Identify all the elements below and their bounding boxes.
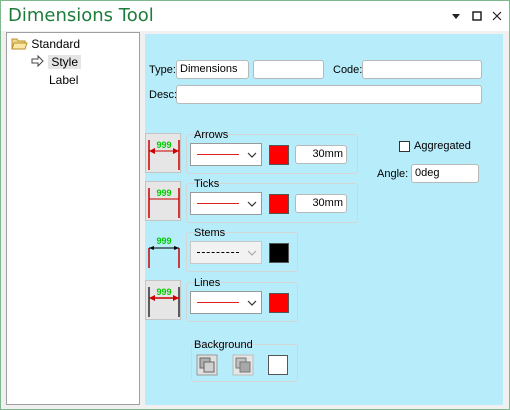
arrow-right-icon — [31, 54, 44, 68]
ticks-group: Ticks 30mm — [186, 178, 358, 223]
lines-color-swatch[interactable] — [269, 293, 289, 313]
type-field[interactable]: Dimensions — [176, 60, 249, 79]
arrows-group-label: Arrows — [194, 129, 229, 141]
ticks-group-label: Ticks — [194, 178, 220, 190]
tree-item-label-node[interactable]: Label — [49, 72, 78, 88]
stems-group-label: Stems — [194, 227, 226, 239]
lines-group: Lines — [186, 277, 298, 322]
window-title: Dimensions Tool — [8, 5, 154, 26]
tree-item-style[interactable]: Style — [31, 54, 82, 70]
type-label: Type: — [149, 64, 176, 76]
code-field[interactable] — [362, 60, 482, 79]
ticks-line-style-select[interactable] — [190, 192, 262, 215]
tree-item-label: Standard — [31, 37, 81, 51]
ticks-color-swatch[interactable] — [269, 194, 289, 214]
stems-preview: 999 — [145, 229, 181, 269]
arrows-preview: 999 — [145, 133, 181, 173]
chevron-down-icon — [247, 201, 257, 207]
background-pattern-icon[interactable] — [196, 354, 218, 376]
lines-line-style-select[interactable] — [190, 291, 262, 314]
desc-field[interactable] — [176, 85, 482, 104]
stems-line-style-select[interactable] — [190, 241, 262, 264]
background-group: Background — [191, 339, 298, 382]
maximize-icon[interactable] — [470, 9, 484, 23]
angle-label: Angle: — [377, 168, 409, 180]
ticks-size-field[interactable]: 30mm — [295, 194, 347, 213]
lines-preview: 999 — [145, 280, 181, 320]
line-style-sample — [197, 154, 239, 155]
style-tree: Standard Style Label — [6, 32, 140, 405]
line-style-sample — [197, 302, 239, 303]
style-panel: Type: Dimensions Code: Desc: 999 Arrows — [145, 34, 503, 405]
background-fill-icon[interactable] — [232, 354, 254, 376]
tree-item-standard[interactable]: Standard — [11, 36, 80, 52]
line-style-sample — [197, 252, 239, 253]
tree-item-label: Label — [49, 73, 79, 87]
type-extra-field[interactable] — [253, 60, 324, 79]
chevron-down-icon — [247, 152, 257, 158]
dimension-text: 999 — [156, 140, 171, 150]
dimension-text: 999 — [156, 287, 171, 297]
angle-field[interactable]: 0deg — [411, 164, 479, 183]
dimension-text: 999 — [156, 236, 171, 246]
folder-open-icon — [11, 38, 28, 50]
dimensions-tool-window: Dimensions Tool Standard Style Label Typ… — [0, 0, 510, 410]
arrows-color-swatch[interactable] — [269, 145, 289, 165]
code-label: Code: — [333, 64, 363, 76]
stems-color-swatch[interactable] — [269, 243, 289, 263]
arrows-size-field[interactable]: 30mm — [295, 145, 347, 164]
lines-group-label: Lines — [194, 277, 221, 289]
background-color-swatch[interactable] — [268, 355, 288, 375]
ticks-preview: 999 — [145, 181, 181, 221]
chevron-down-icon — [247, 250, 257, 256]
aggregated-label: Aggregated — [414, 140, 471, 152]
arrows-line-style-select[interactable] — [190, 143, 262, 166]
desc-label: Desc: — [149, 89, 178, 101]
dimension-text: 999 — [156, 188, 171, 198]
background-group-label: Background — [194, 339, 253, 351]
aggregated-checkbox[interactable] — [399, 141, 410, 152]
stems-group: Stems — [186, 227, 298, 272]
title-bar: Dimensions Tool — [1, 1, 509, 31]
tree-item-label: Style — [48, 55, 82, 69]
chevron-down-icon — [247, 300, 257, 306]
dropdown-arrow-icon[interactable] — [449, 9, 463, 23]
line-style-sample — [197, 203, 239, 204]
close-icon[interactable] — [490, 9, 504, 23]
arrows-group: Arrows 30mm — [186, 129, 358, 174]
